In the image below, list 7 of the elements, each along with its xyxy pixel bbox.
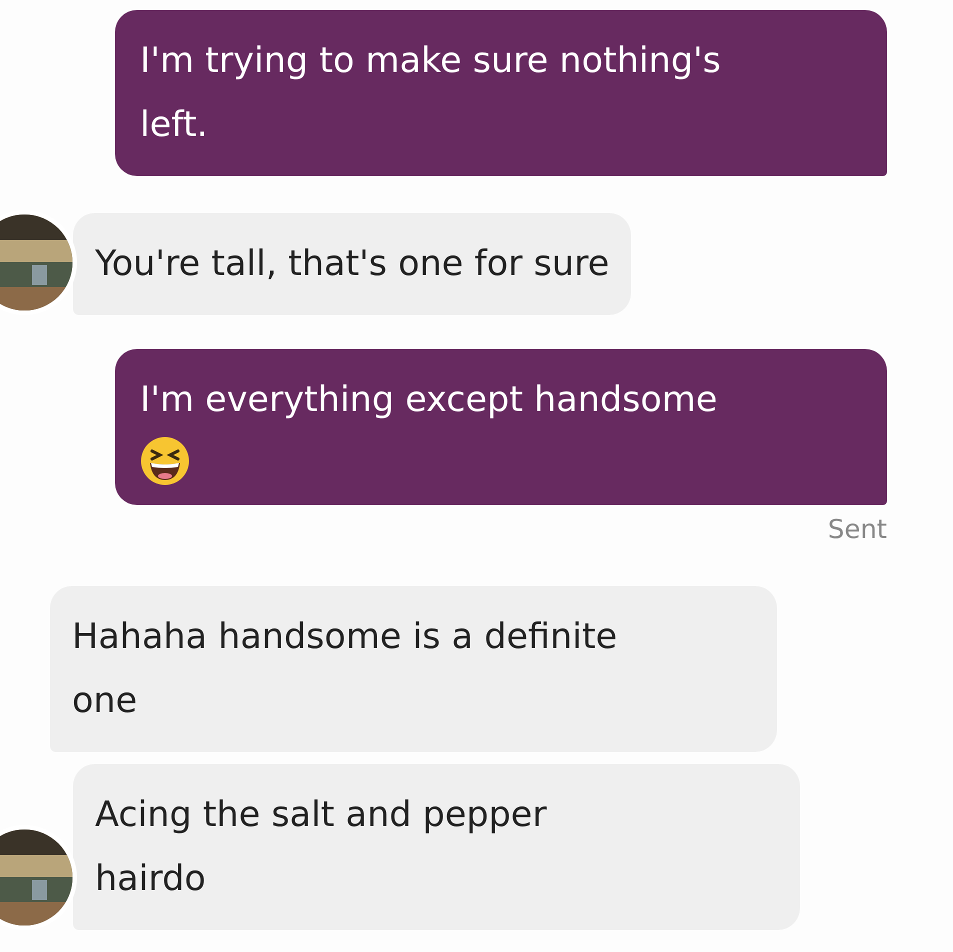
sent-message: I'm trying to make sure nothing's left. (115, 10, 887, 176)
sent-message: I'm everything except handsome (115, 349, 887, 505)
sent-status: Sent (828, 514, 887, 547)
received-message: Acing the salt and pepper hairdo (73, 764, 800, 930)
received-message: You're tall, that's one for sure (73, 213, 632, 315)
laughing-face-icon (140, 436, 190, 486)
received-message: Hahaha handsome is a definite one (50, 586, 777, 752)
